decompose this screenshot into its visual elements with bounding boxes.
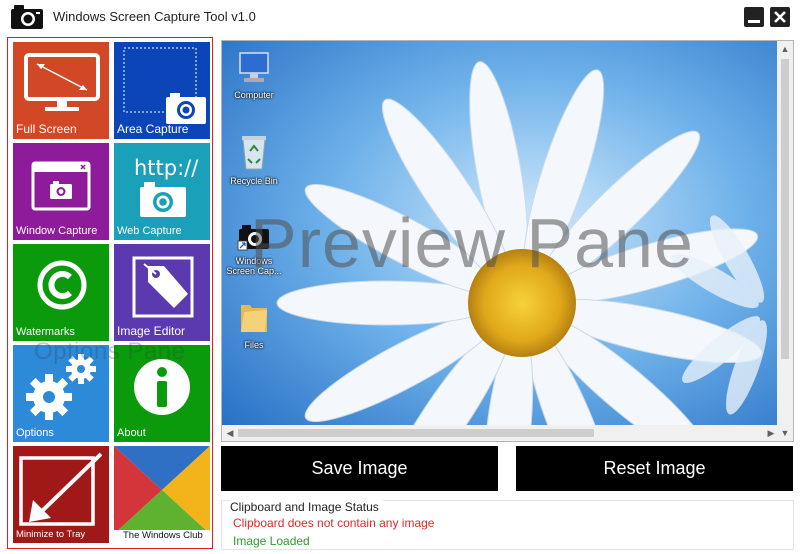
minimize-button[interactable] [744,7,764,27]
tile-label: Watermarks [16,326,75,338]
scroll-down-icon[interactable]: ▼ [777,425,793,441]
recycle-bin-icon [242,136,266,170]
title-bar: Windows Screen Capture Tool v1.0 [0,0,800,34]
computer-icon [239,52,269,82]
clipboard-status: Clipboard does not contain any image [233,516,435,530]
tile-label: Area Capture [117,122,189,136]
web-capture-tile[interactable]: http:// Web Capture [114,143,210,240]
copyright-icon [37,260,87,310]
scroll-left-icon[interactable]: ◀ [222,425,238,441]
options-tile[interactable]: Options [13,345,109,442]
folder-icon [241,305,267,332]
window-title: Windows Screen Capture Tool v1.0 [53,9,256,24]
image-status: Image Loaded [233,534,310,548]
desktop-icon-label: Files [244,340,264,350]
watermarks-tile[interactable]: Watermarks [13,244,109,341]
desktop-icon-windows-screen-capture[interactable]: Windows Screen Cap... [224,221,284,276]
desktop-icon-label: Recycle Bin [230,176,278,186]
web-camera-icon: http:// [134,156,199,217]
tile-label: About [117,427,146,439]
tile-label: Window Capture [16,225,98,237]
monitor-icon [24,53,100,111]
full-screen-tile[interactable]: Full Screen [13,42,109,139]
horizontal-scrollbar[interactable]: ◀ ▶ [222,425,779,441]
reset-image-button[interactable]: Reset Image [516,446,793,491]
gears-icon [26,354,96,420]
tile-label: Image Editor [117,324,186,338]
desktop-icon-recycle-bin[interactable]: Recycle Bin [224,133,284,186]
window-camera-icon [31,161,91,211]
camera-icon [11,5,43,29]
desktop-icon-computer[interactable]: Computer [224,51,284,100]
tile-label: Minimize to Tray [16,529,86,540]
horizontal-scroll-thumb[interactable] [238,429,594,437]
info-icon [134,359,190,415]
desktop-icon-label: Computer [234,90,274,100]
image-editor-tile[interactable]: Image Editor [114,244,210,341]
windows-club-logo [114,446,210,543]
desktop-icon-label: Windows Screen Cap... [226,256,282,276]
minimize-to-tray-tile[interactable]: Minimize to Tray [13,446,109,543]
desktop-icon-files[interactable]: Files [224,299,284,350]
close-button[interactable] [770,7,790,27]
status-group-title: Clipboard and Image Status [230,500,383,514]
desktop-wallpaper [222,41,793,441]
camera-shortcut-icon [237,225,269,251]
options-pane: Full Screen Area Capture Window Capture [7,37,213,549]
tag-icon [132,256,194,318]
vertical-scroll-thumb[interactable] [781,59,789,359]
scroll-up-icon[interactable]: ▲ [777,41,793,57]
tile-label: Web Capture [117,225,182,237]
preview-pane: Computer Recycle Bin Windows Screen Cap.… [221,40,794,442]
tile-label: Options [16,427,54,439]
minimize-arrow-icon [19,452,103,526]
tile-label: The Windows Club [123,530,203,541]
close-icon [774,11,786,23]
window-capture-tile[interactable]: Window Capture [13,143,109,240]
area-camera-icon [123,47,206,124]
about-tile[interactable]: About [114,345,210,442]
status-group: Clipboard and Image Status Clipboard doe… [221,500,794,550]
svg-text:http://: http:// [134,156,199,180]
vertical-scrollbar[interactable]: ▲ [777,41,793,426]
the-windows-club-tile[interactable]: The Windows Club [114,446,210,543]
scrollbar-corner: ▼ [777,425,793,441]
tile-label: Full Screen [16,122,77,136]
save-image-button[interactable]: Save Image [221,446,498,491]
area-capture-tile[interactable]: Area Capture [114,42,210,139]
